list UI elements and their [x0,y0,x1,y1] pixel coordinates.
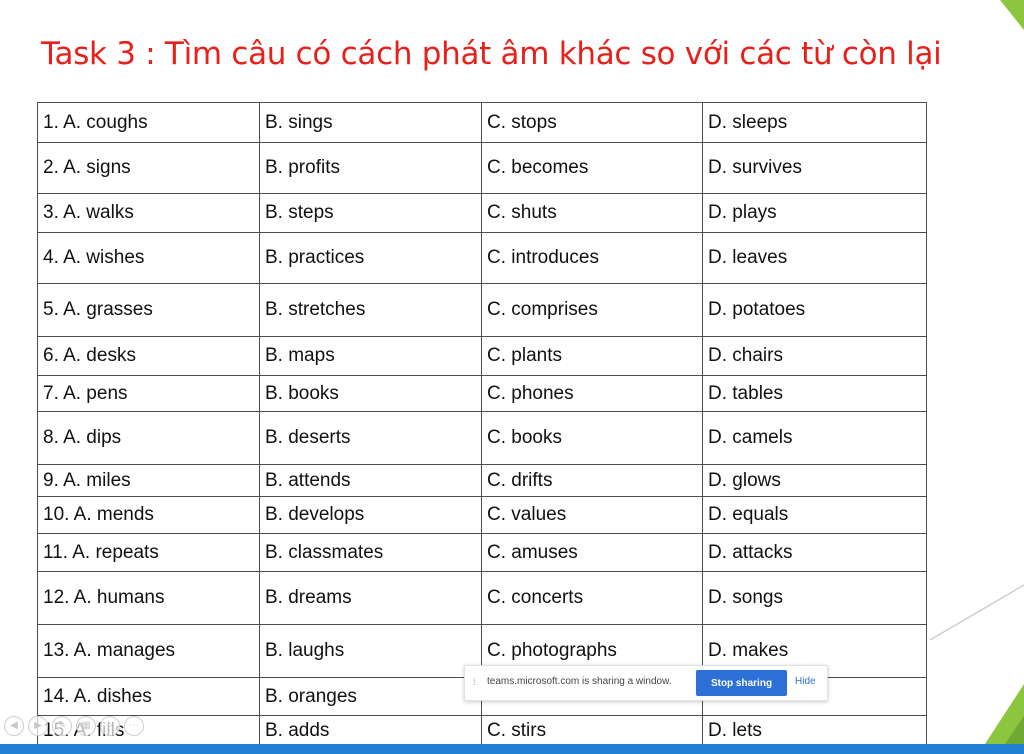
decor-line [929,584,1024,641]
option-c-cell: C. shuts [481,193,703,233]
share-message: teams.microsoft.com is sharing a window. [487,676,672,687]
option-a-cell: 9. A. miles [37,464,260,497]
option-a-cell: 13. A. manages [37,624,260,678]
option-b-cell: B. steps [259,193,482,233]
table-row: 2. A. signs B. profits C. becomes D. sur… [37,142,927,194]
pen-icon[interactable]: ✎ [52,716,72,736]
taskbar-strip [0,744,1024,754]
page-title: Task 3 : Tìm câu có cách phát âm khác so… [41,36,942,72]
option-c-cell: C. values [481,496,703,534]
decor-triangle-bottom [985,684,1024,744]
option-d-cell: D. chairs [702,336,927,376]
option-a-cell: 7. A. pens [37,375,260,412]
option-d-cell: D. plays [702,193,927,233]
option-b-cell: B. adds [259,715,482,747]
option-a-cell: 3. A. walks [37,193,260,233]
option-c-cell: C. books [481,411,703,465]
option-c-cell: C. concerts [481,571,703,625]
option-b-cell: B. stretches [259,283,482,337]
option-a-cell: 4. A. wishes [37,232,260,284]
table-row: 3. A. walks B. steps C. shuts D. plays [37,193,927,233]
option-b-cell: B. develops [259,496,482,534]
hide-button[interactable]: Hide [795,676,816,687]
option-c-cell: C. drifts [481,464,703,497]
stop-sharing-button[interactable]: Stop sharing [696,670,787,696]
option-d-cell: D. survives [702,142,927,194]
option-c-cell: C. plants [481,336,703,376]
table-row: 11. A. repeats B. classmates C. amuses D… [37,533,927,572]
option-d-cell: D. tables [702,375,927,412]
option-a-cell: 2. A. signs [37,142,260,194]
option-c-cell: C. becomes [481,142,703,194]
option-b-cell: B. profits [259,142,482,194]
more-options-icon[interactable]: ⋯ [124,716,144,736]
option-d-cell: D. equals [702,496,927,534]
option-b-cell: B. laughs [259,624,482,678]
option-a-cell: 6. A. desks [37,336,260,376]
option-c-cell: C. introduces [481,232,703,284]
option-b-cell: B. oranges [259,677,482,716]
table-row: 9. A. miles B. attends C. drifts D. glow… [37,464,927,497]
option-c-cell: C. phones [481,375,703,412]
zoom-icon[interactable]: ⌕ [100,716,120,736]
screen-share-bar: ⁞ teams.microsoft.com is sharing a windo… [464,665,828,701]
option-c-cell: C. amuses [481,533,703,572]
table-row: 5. A. grasses B. stretches C. comprises … [37,283,927,337]
next-slide-icon[interactable]: ▶ [28,716,48,736]
option-a-cell: 1. A. coughs [37,102,260,143]
option-d-cell: D. potatoes [702,283,927,337]
table-row: 12. A. humans B. dreams C. concerts D. s… [37,571,927,625]
option-d-cell: D. glows [702,464,927,497]
option-c-cell: C. comprises [481,283,703,337]
option-d-cell: D. attacks [702,533,927,572]
option-a-cell: 5. A. grasses [37,283,260,337]
option-d-cell: D. camels [702,411,927,465]
option-d-cell: D. lets [702,715,927,747]
option-a-cell: 10. A. mends [37,496,260,534]
slide: Task 3 : Tìm câu có cách phát âm khác so… [0,0,1024,754]
table-row: 8. A. dips B. deserts C. books D. camels [37,411,927,465]
option-b-cell: B. deserts [259,411,482,465]
table-row: 7. A. pens B. books C. phones D. tables [37,375,927,412]
decor-triangle-top [1000,0,1024,30]
decor-triangle-bottom-dark [1005,716,1024,744]
slides-grid-icon[interactable]: ▦ [76,716,96,736]
option-a-cell: 12. A. humans [37,571,260,625]
option-b-cell: B. maps [259,336,482,376]
table-row: 1. A. coughs B. sings C. stops D. sleeps [37,102,927,143]
table-row: 4. A. wishes B. practices C. introduces … [37,232,927,284]
option-c-cell: C. stops [481,102,703,143]
option-d-cell: D. songs [702,571,927,625]
option-b-cell: B. classmates [259,533,482,572]
table-row: 15. A. fills B. adds C. stirs D. lets [37,715,927,747]
option-c-cell: C. stirs [481,715,703,747]
option-d-cell: D. leaves [702,232,927,284]
table-row: 6. A. desks B. maps C. plants D. chairs [37,336,927,376]
option-b-cell: B. attends [259,464,482,497]
previous-slide-icon[interactable]: ◀ [4,716,24,736]
option-b-cell: B. sings [259,102,482,143]
option-b-cell: B. books [259,375,482,412]
option-d-cell: D. sleeps [702,102,927,143]
slide-nav-controls: ◀ ▶ ✎ ▦ ⌕ ⋯ [0,710,160,740]
option-a-cell: 8. A. dips [37,411,260,465]
drag-handle-icon[interactable]: ⁞ [473,676,479,688]
option-b-cell: B. dreams [259,571,482,625]
table-row: 10. A. mends B. develops C. values D. eq… [37,496,927,534]
option-a-cell: 11. A. repeats [37,533,260,572]
option-b-cell: B. practices [259,232,482,284]
pronunciation-table: 1. A. coughs B. sings C. stops D. sleeps… [37,102,927,747]
